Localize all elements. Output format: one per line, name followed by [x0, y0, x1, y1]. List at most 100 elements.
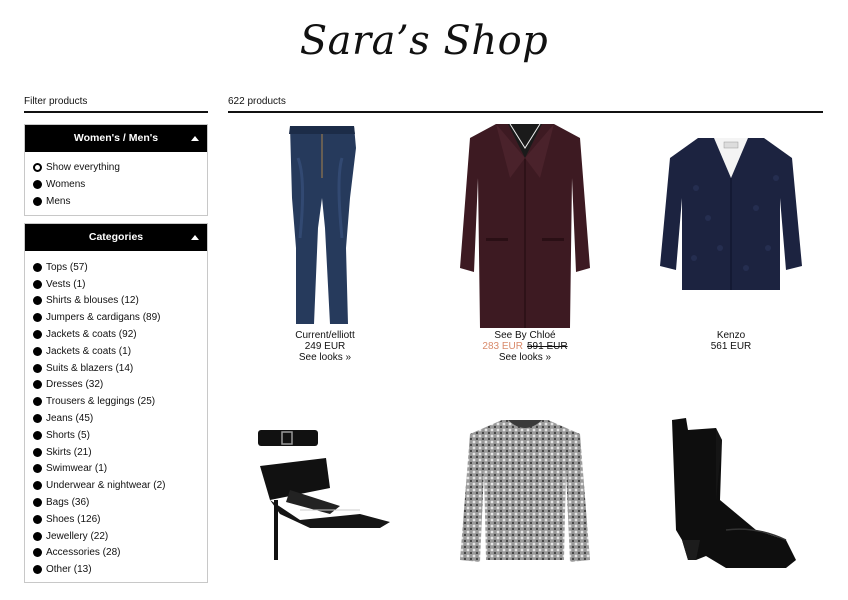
- category-item[interactable]: Underwear & nightwear (2): [33, 477, 199, 494]
- gender-option-mens[interactable]: Mens: [33, 193, 199, 210]
- category-label: Swimwear (1): [46, 463, 108, 475]
- bullet-icon: [33, 262, 42, 272]
- product-price: 283 EUR 591 EUR: [430, 341, 620, 352]
- bullet-icon: [33, 346, 42, 356]
- product-card[interactable]: [230, 410, 420, 580]
- product-area: 622 products: [228, 96, 823, 113]
- radio-selected-icon: [33, 163, 42, 172]
- category-item[interactable]: Other (13): [33, 561, 199, 578]
- category-item[interactable]: Accessories (28): [33, 545, 199, 562]
- ankle-boot-image[interactable]: [636, 410, 826, 580]
- jeans-image[interactable]: [230, 118, 420, 330]
- bullet-icon: [33, 330, 42, 340]
- category-label: Shorts (5): [46, 429, 90, 441]
- chevron-up-icon: [191, 235, 199, 240]
- category-item[interactable]: Jewellery (22): [33, 528, 199, 545]
- category-label: Vests (1): [46, 278, 86, 290]
- bullet-icon: [33, 498, 42, 508]
- category-item[interactable]: Shorts (5): [33, 427, 199, 444]
- bullet-icon: [33, 565, 42, 575]
- option-label: Mens: [46, 196, 71, 207]
- gender-filter-panel: Women's / Men's Show everything Womens M…: [24, 124, 208, 216]
- categories-panel: Categories Tops (57) Vests (1) Shirts & bl…: [24, 223, 208, 584]
- category-label: Jackets & coats (1): [46, 345, 132, 357]
- bullet-icon: [33, 430, 42, 440]
- category-item[interactable]: Vests (1): [33, 276, 199, 293]
- product-card[interactable]: Current/elliott 249 EUR See looks »: [230, 118, 420, 364]
- original-price: 591 EUR: [527, 341, 568, 352]
- option-label: Show everything: [46, 162, 120, 173]
- category-label: Tops (57): [46, 261, 88, 273]
- category-item[interactable]: Jackets & coats (1): [33, 343, 199, 360]
- bullet-icon: [33, 531, 42, 541]
- product-count: 622 products: [228, 96, 823, 113]
- see-looks-link[interactable]: See looks »: [230, 352, 420, 364]
- coat-image[interactable]: [430, 118, 620, 330]
- product-brand: Current/elliott: [295, 330, 355, 341]
- shop-title: Sara’s Shop: [299, 18, 549, 64]
- category-label: Shoes (126): [46, 513, 101, 525]
- filter-sidebar: Filter products Women's / Men's Show eve…: [24, 96, 208, 584]
- category-label: Jackets & coats (92): [46, 329, 137, 341]
- gender-filter-header[interactable]: Women's / Men's: [25, 125, 207, 152]
- categories-title: Categories: [88, 231, 144, 243]
- category-label: Other (13): [46, 564, 92, 576]
- category-item[interactable]: Suits & blazers (14): [33, 360, 199, 377]
- sweater-image[interactable]: [430, 410, 620, 580]
- category-label: Dresses (32): [46, 379, 104, 391]
- category-label: Underwear & nightwear (2): [46, 480, 166, 492]
- category-item[interactable]: Shoes (126): [33, 511, 199, 528]
- product-card[interactable]: See By Chloé 283 EUR 591 EUR See looks »: [430, 118, 620, 364]
- product-card[interactable]: Kenzo 561 EUR: [636, 118, 826, 352]
- bullet-icon: [33, 363, 42, 373]
- bouclé-coat-image[interactable]: [636, 118, 826, 330]
- category-label: Accessories (28): [46, 547, 121, 559]
- product-brand: See By Chloé: [494, 330, 556, 341]
- bullet-icon: [33, 548, 42, 558]
- category-label: Suits & blazers (14): [46, 362, 134, 374]
- product-price: 249 EUR: [304, 341, 346, 352]
- bullet-icon: [33, 380, 42, 390]
- bullet-icon: [33, 279, 42, 289]
- category-item[interactable]: Tops (57): [33, 259, 199, 276]
- chevron-up-icon: [191, 136, 199, 141]
- category-item[interactable]: Jumpers & cardigans (89): [33, 309, 199, 326]
- bullet-icon: [33, 447, 42, 457]
- category-label: Trousers & leggings (25): [46, 396, 156, 408]
- heels-image[interactable]: [230, 410, 420, 580]
- category-item[interactable]: Skirts (21): [33, 444, 199, 461]
- bullet-icon: [33, 481, 42, 491]
- product-card[interactable]: [636, 410, 826, 580]
- product-card[interactable]: [430, 410, 620, 580]
- category-item[interactable]: Swimwear (1): [33, 461, 199, 478]
- categories-header[interactable]: Categories: [25, 224, 207, 251]
- bullet-icon: [33, 313, 42, 323]
- category-label: Jumpers & cardigans (89): [46, 312, 161, 324]
- category-label: Jeans (45): [46, 413, 94, 425]
- bullet-icon: [33, 197, 42, 206]
- category-label: Skirts (21): [46, 446, 92, 458]
- option-label: Womens: [46, 179, 86, 190]
- gender-option-everything[interactable]: Show everything: [33, 159, 199, 176]
- bullet-icon: [33, 514, 42, 524]
- product-price: 561 EUR: [710, 341, 752, 352]
- category-label: Jewellery (22): [46, 530, 109, 542]
- category-label: Shirts & blouses (12): [46, 295, 139, 307]
- category-item[interactable]: Shirts & blouses (12): [33, 293, 199, 310]
- bullet-icon: [33, 180, 42, 189]
- category-label: Bags (36): [46, 497, 90, 509]
- sale-price: 283 EUR: [482, 341, 523, 352]
- gender-filter-title: Women's / Men's: [73, 132, 159, 144]
- category-item[interactable]: Bags (36): [33, 494, 199, 511]
- category-item[interactable]: Jackets & coats (92): [33, 326, 199, 343]
- bullet-icon: [33, 296, 42, 306]
- bullet-icon: [33, 414, 42, 424]
- bullet-icon: [33, 464, 42, 474]
- category-item[interactable]: Dresses (32): [33, 377, 199, 394]
- bullet-icon: [33, 397, 42, 407]
- see-looks-link[interactable]: See looks »: [430, 352, 620, 364]
- category-item[interactable]: Trousers & leggings (25): [33, 393, 199, 410]
- gender-option-womens[interactable]: Womens: [33, 176, 199, 193]
- filter-heading: Filter products: [24, 96, 208, 113]
- category-item[interactable]: Jeans (45): [33, 410, 199, 427]
